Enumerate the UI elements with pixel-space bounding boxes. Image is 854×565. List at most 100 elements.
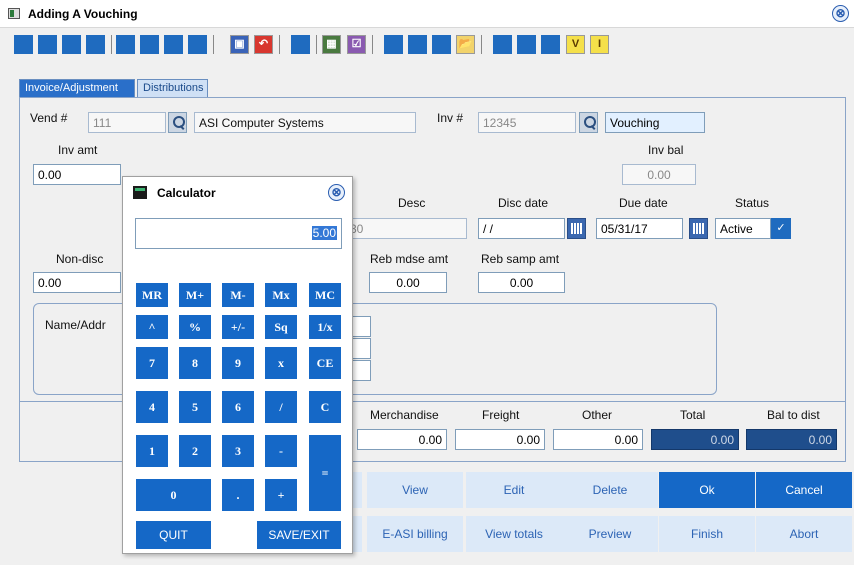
calc-key-add[interactable]: + (265, 479, 297, 511)
calc-key-negate[interactable]: +/- (222, 315, 254, 339)
calc-key-mr[interactable]: MR (136, 283, 168, 307)
total-field: 0.00 (651, 429, 739, 450)
reb-mdse-field[interactable]: 0.00 (369, 272, 447, 293)
bal-to-dist-field: 0.00 (746, 429, 837, 450)
toolbar-button-15[interactable] (541, 35, 560, 54)
cancel-button[interactable]: Cancel (756, 472, 852, 508)
calc-key-0[interactable]: 0 (136, 479, 211, 511)
toolbar-button-3[interactable] (62, 35, 81, 54)
folder-icon[interactable]: 📂 (456, 35, 475, 54)
calc-key-power[interactable]: ^ (136, 315, 168, 339)
toolbar-button-11[interactable] (408, 35, 427, 54)
tab-distributions[interactable]: Distributions (137, 79, 208, 97)
reb-mdse-label: Reb mdse amt (370, 252, 449, 266)
toolbar: ▣ ↶ ▦ ☑ 📂 V I (0, 29, 854, 59)
calc-key-8[interactable]: 8 (179, 347, 211, 379)
calc-key-decimal[interactable]: . (222, 479, 254, 511)
non-disc-field[interactable]: 0.00 (33, 272, 121, 293)
toolbar-button-14[interactable] (517, 35, 536, 54)
calculator-close-icon[interactable]: ⊗ (328, 184, 345, 201)
bal-to-dist-label: Bal to dist (767, 408, 820, 422)
calc-key-7[interactable]: 7 (136, 347, 168, 379)
inv-amt-field[interactable]: 0.00 (33, 164, 121, 185)
toolbar-button-5[interactable] (116, 35, 135, 54)
merchandise-field: 0.00 (357, 429, 447, 450)
calc-key-mx[interactable]: Mx (265, 283, 297, 307)
calc-save-exit-button[interactable]: SAVE/EXIT (257, 521, 341, 549)
calc-key-multiply[interactable]: x (265, 347, 297, 379)
calc-key-percent[interactable]: % (179, 315, 211, 339)
inv-number-field[interactable]: 12345 (478, 112, 576, 133)
toolbar-button-12[interactable] (432, 35, 451, 54)
vend-number-field[interactable]: 111 (88, 112, 166, 133)
calc-key-subtract[interactable]: - (265, 435, 297, 467)
view-totals-button[interactable]: View totals (466, 516, 562, 552)
grid-icon[interactable]: ▦ (322, 35, 341, 54)
calc-key-clear[interactable]: C (309, 391, 341, 423)
disc-date-field[interactable]: / / (478, 218, 565, 239)
calc-key-3[interactable]: 3 (222, 435, 254, 467)
inv-bal-field: 0.00 (622, 164, 696, 185)
inv-desc-field[interactable]: Vouching (605, 112, 705, 133)
calc-key-mplus[interactable]: M+ (179, 283, 211, 307)
inv-lookup-search-icon[interactable] (579, 112, 598, 133)
window-close-icon[interactable]: ⊗ (832, 5, 849, 22)
toolbar-button-13[interactable] (493, 35, 512, 54)
due-date-label: Due date (619, 196, 668, 210)
v-icon[interactable]: V (566, 35, 585, 54)
edit-button[interactable]: Edit (466, 472, 562, 508)
calc-key-5[interactable]: 5 (179, 391, 211, 423)
freight-label: Freight (482, 408, 520, 422)
i-icon[interactable]: I (590, 35, 609, 54)
calc-key-9[interactable]: 9 (222, 347, 254, 379)
easi-billing-button[interactable]: E-ASI billing (367, 516, 463, 552)
toolbar-button-4[interactable] (86, 35, 105, 54)
undo-icon[interactable]: ↶ (254, 35, 273, 54)
status-dropdown-chevron-icon[interactable]: ✓ (771, 218, 791, 239)
calc-key-1[interactable]: 1 (136, 435, 168, 467)
preview-button[interactable]: Preview (562, 516, 658, 552)
tab-invoice-adjustment[interactable]: Invoice/Adjustment (19, 79, 135, 97)
calculator-display[interactable]: 5.00 (135, 218, 342, 249)
delete-button[interactable]: Delete (562, 472, 658, 508)
calc-key-4[interactable]: 4 (136, 391, 168, 423)
reb-samp-field[interactable]: 0.00 (478, 272, 565, 293)
calc-key-square[interactable]: Sq (265, 315, 297, 339)
toolbar-button-2[interactable] (38, 35, 57, 54)
vend-lookup-search-icon[interactable] (168, 112, 187, 133)
checklist-icon[interactable]: ☑ (347, 35, 366, 54)
toolbar-button-10[interactable] (384, 35, 403, 54)
app-icon (8, 8, 20, 19)
due-date-field[interactable]: 05/31/17 (596, 218, 683, 239)
calc-key-clear-entry[interactable]: CE (309, 347, 341, 379)
save-disk-icon[interactable]: ▣ (230, 35, 249, 54)
calc-key-mc[interactable]: MC (309, 283, 341, 307)
calc-key-divide[interactable]: / (265, 391, 297, 423)
view-button[interactable]: View (367, 472, 463, 508)
calc-key-reciprocal[interactable]: 1/x (309, 315, 341, 339)
toolbar-separator (316, 35, 317, 54)
calc-key-6[interactable]: 6 (222, 391, 254, 423)
toolbar-separator (111, 35, 112, 54)
due-date-calendar-icon[interactable] (689, 218, 708, 239)
ok-button[interactable]: Ok (659, 472, 755, 508)
toolbar-button-7[interactable] (164, 35, 183, 54)
toolbar-button-9[interactable] (291, 35, 310, 54)
finish-button[interactable]: Finish (659, 516, 755, 552)
vend-name-field[interactable]: ASI Computer Systems (194, 112, 416, 133)
abort-button[interactable]: Abort (756, 516, 852, 552)
disc-date-label: Disc date (498, 196, 549, 210)
toolbar-button-8[interactable] (188, 35, 207, 54)
title-bar: Adding A Vouching ⊗ (0, 0, 854, 28)
calculator-dialog: Calculator ⊗ 5.00 MR M+ M- Mx MC ^ % +/-… (122, 176, 353, 554)
calc-key-equals[interactable]: = (309, 435, 341, 511)
toolbar-button-1[interactable] (14, 35, 33, 54)
status-label: Status (735, 196, 770, 210)
calc-key-2[interactable]: 2 (179, 435, 211, 467)
status-select[interactable]: Active (715, 218, 771, 239)
desc-field[interactable]: 30 (345, 218, 467, 239)
toolbar-button-6[interactable] (140, 35, 159, 54)
disc-date-calendar-icon[interactable] (567, 218, 586, 239)
calc-key-mminus[interactable]: M- (222, 283, 254, 307)
calc-quit-button[interactable]: QUIT (136, 521, 211, 549)
